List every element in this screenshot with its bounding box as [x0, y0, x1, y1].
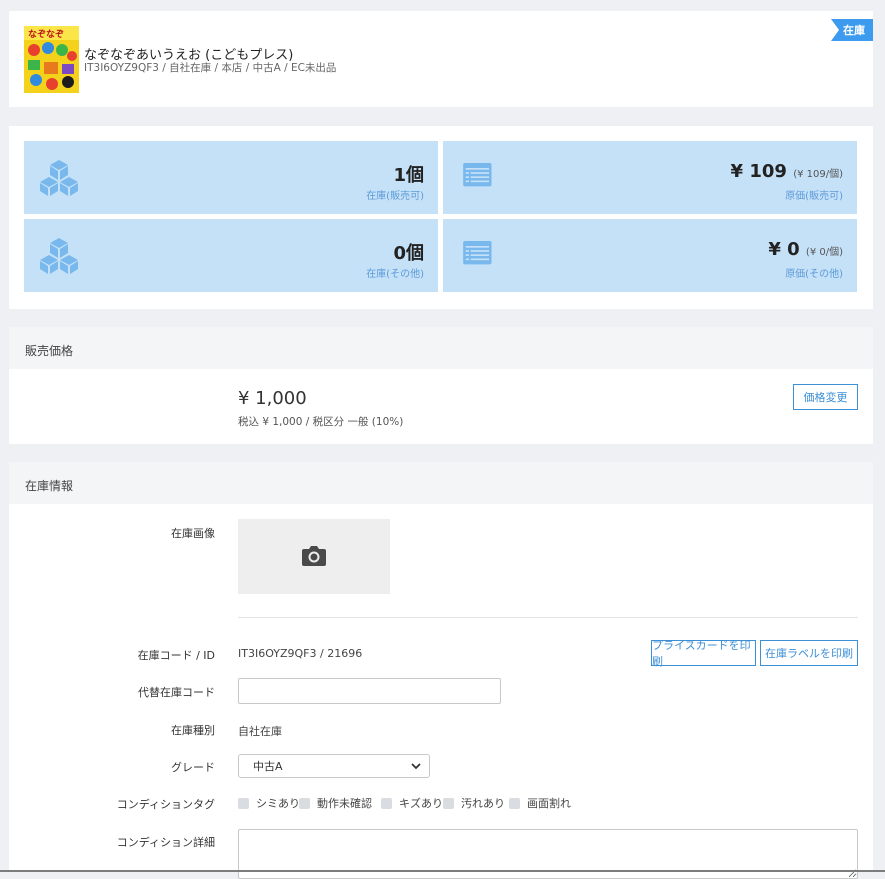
alt-stock-code-label: 代替在庫コード	[138, 686, 215, 699]
section-title: 販売価格	[25, 344, 74, 358]
checkbox[interactable]	[299, 797, 310, 809]
cost-sellable-value: ¥ 109 (¥ 109/個)	[730, 161, 843, 182]
stock-sellable-label[interactable]: 在庫(販売可)	[366, 187, 424, 202]
cubes-icon	[40, 160, 78, 196]
stock-summary-card: 1個 在庫(販売可) ¥ 109 (¥ 109/個) 原価(販売可) 0個 在庫…	[9, 126, 873, 309]
print-stock-label-button[interactable]: 在庫ラベルを印刷	[760, 640, 858, 666]
stock-other-label[interactable]: 在庫(その他)	[366, 265, 424, 280]
product-header-card: なぞなぞ なぞなぞあいうえお (こどもプレス) IT3I6OYZ9QF3 / 自…	[9, 11, 873, 107]
stat-tile-stock-other: 0個 在庫(その他)	[24, 219, 438, 292]
list-card-icon	[463, 241, 492, 265]
stock-other-value: 0個	[393, 243, 424, 264]
condition-tag-stain[interactable]: シミあり	[238, 795, 300, 811]
stock-code-value: IT3I6OYZ9QF3 / 21696	[238, 647, 363, 660]
checkbox[interactable]	[381, 797, 392, 809]
divider	[238, 617, 858, 618]
condition-tags-label: コンディションタグ	[116, 798, 215, 811]
svg-text:なぞなぞ: なぞなぞ	[28, 29, 64, 40]
checkbox[interactable]	[238, 797, 249, 809]
grade-selected-value: 中古A	[253, 760, 283, 773]
stat-tile-cost-other: ¥ 0 (¥ 0/個) 原価(その他)	[443, 219, 857, 292]
stat-tile-stock-sellable: 1個 在庫(販売可)	[24, 141, 438, 214]
stock-code-label: 在庫コード / ID	[137, 649, 215, 662]
stat-tile-cost-sellable: ¥ 109 (¥ 109/個) 原価(販売可)	[443, 141, 857, 214]
stock-sellable-value: 1個	[393, 165, 424, 186]
stock-info-header: 在庫情報	[9, 462, 873, 504]
sales-price-card: 販売価格 ¥ 1,000 税込 ¥ 1,000 / 税区分 一般 (10%) 価…	[9, 327, 873, 444]
camera-icon	[302, 546, 326, 566]
cubes-icon	[40, 238, 78, 274]
checkbox[interactable]	[443, 797, 454, 809]
cost-other-label[interactable]: 原価(その他)	[785, 265, 843, 280]
product-meta-line: IT3I6OYZ9QF3 / 自社在庫 / 本店 / 中古A / EC未出品	[84, 62, 337, 74]
print-price-card-button[interactable]: プライスカードを印刷	[651, 639, 756, 668]
list-card-icon	[463, 163, 492, 187]
condition-detail-label: コンディション詳細	[116, 836, 215, 849]
chevron-down-icon	[411, 763, 421, 770]
section-title: 在庫情報	[25, 479, 74, 493]
product-cover-thumbnail[interactable]: なぞなぞ	[24, 26, 79, 93]
price-amount: ¥ 1,000	[238, 388, 307, 409]
status-badge: 在庫	[831, 19, 873, 41]
stock-info-card: 在庫情報 在庫画像 在庫コード / ID IT3I6OYZ9QF3 / 2169…	[9, 462, 873, 879]
stock-image-upload[interactable]	[238, 519, 390, 594]
stock-image-label: 在庫画像	[171, 527, 215, 540]
checkbox[interactable]	[509, 797, 520, 809]
stock-type-value: 自社在庫	[238, 725, 282, 738]
cost-other-value: ¥ 0 (¥ 0/個)	[768, 239, 843, 260]
grade-label: グレード	[171, 761, 215, 774]
alt-stock-code-input[interactable]	[238, 678, 501, 704]
condition-tag-scratch[interactable]: キズあり	[381, 795, 443, 811]
grade-select[interactable]: 中古A	[238, 754, 430, 778]
change-price-button[interactable]: 価格変更	[793, 384, 858, 410]
condition-tag-dirt[interactable]: 汚れあり	[443, 795, 505, 811]
sales-price-header: 販売価格	[9, 327, 873, 369]
condition-tag-untested[interactable]: 動作未確認	[299, 795, 372, 811]
condition-tag-cracked-screen[interactable]: 画面割れ	[509, 795, 571, 811]
stock-type-label: 在庫種別	[171, 724, 215, 737]
price-tax-detail: 税込 ¥ 1,000 / 税区分 一般 (10%)	[238, 416, 404, 428]
cost-sellable-label[interactable]: 原価(販売可)	[785, 187, 843, 202]
